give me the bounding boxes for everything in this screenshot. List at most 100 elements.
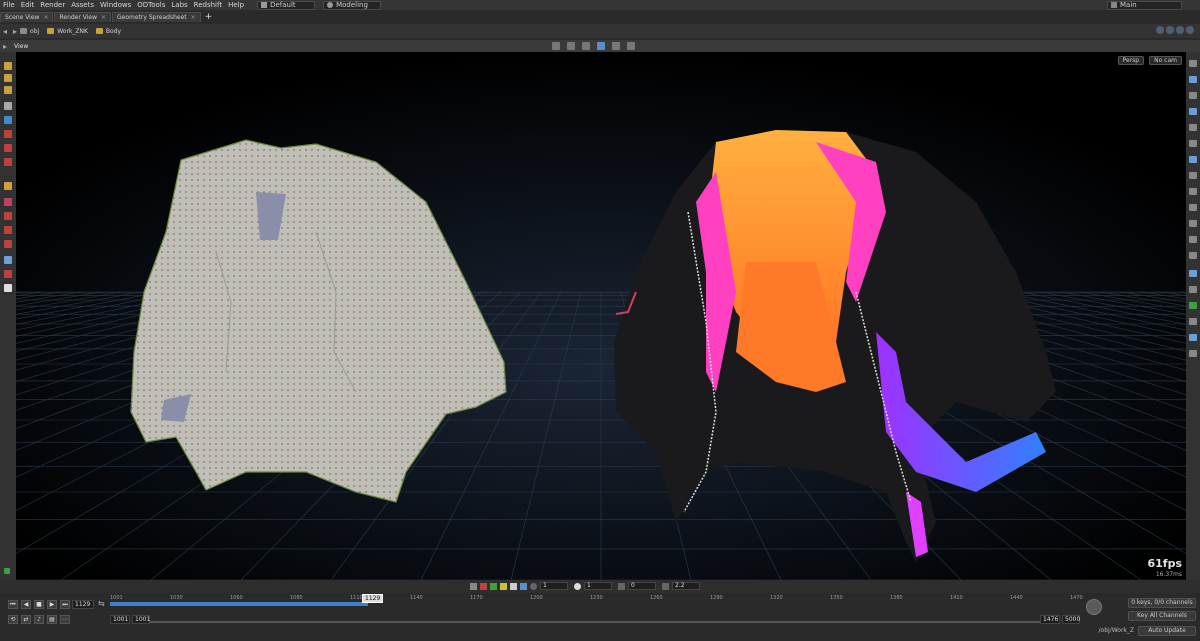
3d-viewport[interactable]: Persp No cam 61fps 16.37ms [16, 52, 1186, 580]
vis-icon[interactable] [1189, 334, 1197, 341]
key-all-channels-button[interactable]: Key All Channels [1128, 611, 1196, 621]
rotate-tool-icon[interactable] [4, 86, 12, 94]
snap-yellow-icon[interactable] [500, 582, 507, 590]
frame-cursor[interactable]: 1129 [362, 594, 384, 603]
pointer-icon[interactable] [4, 102, 12, 110]
current-frame-field[interactable]: 1129 [72, 600, 94, 609]
snap-half-icon[interactable] [574, 582, 581, 590]
snap-value-b[interactable]: 1 [584, 582, 612, 590]
play-button[interactable]: ▶ [47, 600, 57, 609]
vector-icon[interactable] [1189, 350, 1197, 357]
xray-icon[interactable] [1189, 156, 1197, 163]
close-icon[interactable]: × [191, 13, 196, 22]
main-select[interactable]: Main [1107, 0, 1182, 10]
desktop-select[interactable]: Default [257, 0, 316, 10]
jump-start-button[interactable]: ⏮ [8, 600, 18, 609]
key-button[interactable] [1086, 599, 1102, 615]
move-tool-icon[interactable] [4, 74, 12, 82]
camera-tool-icon[interactable] [552, 42, 560, 50]
close-icon[interactable]: × [43, 13, 48, 22]
safe-area-icon[interactable] [1189, 318, 1197, 325]
menu-help[interactable]: Help [225, 0, 247, 10]
snap-green-icon[interactable] [490, 582, 497, 590]
back-icon[interactable]: ◂ [3, 27, 7, 36]
realtime-toggle[interactable]: ⟲ [8, 615, 18, 624]
menu-render[interactable]: Render [37, 0, 68, 10]
snap-value-c[interactable]: 0 [628, 582, 656, 590]
snap-scale-icon[interactable] [662, 582, 669, 590]
magnet-icon[interactable] [4, 240, 12, 248]
snap-value-a[interactable]: 1 [540, 582, 568, 590]
pose-tool-icon[interactable] [4, 144, 12, 152]
ghost-icon[interactable] [1189, 140, 1197, 147]
close-icon[interactable]: × [101, 13, 106, 22]
jump-end-button[interactable]: ⏭ [60, 600, 70, 609]
numbers-icon[interactable] [1189, 252, 1197, 259]
snap-grid-icon[interactable] [470, 582, 477, 590]
camera-icon[interactable] [1189, 124, 1197, 131]
menu-odtools[interactable]: ODTools [134, 0, 168, 10]
link-icon[interactable] [1166, 26, 1174, 34]
handle-tool-icon[interactable] [4, 116, 12, 124]
end-frame-field[interactable]: 5000 [1062, 615, 1080, 624]
select-tool-icon[interactable] [4, 62, 12, 70]
tab-scene-view[interactable]: Scene View × [0, 12, 54, 22]
lock-icon[interactable] [612, 42, 620, 50]
settings-icon[interactable] [627, 42, 635, 50]
menu-file[interactable]: File [0, 0, 18, 10]
tab-render-view[interactable]: Render View × [54, 12, 112, 22]
paint-tool-icon[interactable] [4, 212, 12, 220]
snap-white-icon[interactable] [510, 582, 517, 590]
pan-icon[interactable] [582, 42, 590, 50]
forward-icon[interactable]: ▸ [13, 27, 17, 36]
auto-update-button[interactable]: Auto Update [1138, 626, 1196, 636]
tumble-icon[interactable] [567, 42, 575, 50]
menu-windows[interactable]: Windows [97, 0, 134, 10]
points-icon[interactable] [1189, 204, 1197, 211]
globe-icon[interactable] [1176, 26, 1184, 34]
add-tab-icon[interactable]: + [205, 13, 213, 22]
display-option-icon[interactable] [1189, 60, 1197, 67]
camera-menu-button[interactable]: No cam [1149, 56, 1182, 65]
magnet-tool-icon[interactable] [4, 158, 12, 166]
stop-button[interactable]: ■ [34, 600, 44, 609]
cache-toggle[interactable]: ▤ [47, 615, 57, 624]
normals-icon[interactable] [1189, 188, 1197, 195]
mode-select[interactable]: Modeling [323, 0, 382, 10]
vis-tool-icon[interactable] [4, 198, 12, 206]
persp-menu-button[interactable]: Persp [1117, 56, 1144, 65]
start-frame-field[interactable]: 1001 [110, 615, 130, 624]
sound-toggle[interactable]: ♪ [34, 615, 44, 624]
step-icon[interactable]: ⇆ [98, 599, 105, 608]
breadcrumb-work[interactable]: Work_ZNK [47, 28, 88, 35]
view-tool-icon[interactable] [4, 226, 12, 234]
light-tool-icon[interactable] [4, 270, 12, 278]
light-icon[interactable] [1189, 108, 1197, 115]
loop-toggle[interactable]: ⇄ [21, 615, 31, 624]
grid-display-icon[interactable] [1189, 286, 1197, 293]
range-start-field[interactable]: 1001 [132, 615, 150, 624]
range-slider[interactable] [150, 621, 1040, 623]
menu-edit[interactable]: Edit [18, 0, 38, 10]
prims-icon[interactable] [1189, 220, 1197, 227]
render-tool-icon[interactable] [4, 284, 12, 292]
menu-labs[interactable]: Labs [168, 0, 190, 10]
menu-redshift[interactable]: Redshift [191, 0, 225, 10]
play-back-button[interactable]: ◀ [21, 600, 31, 609]
range-end-field[interactable]: 1476 [1040, 615, 1060, 624]
snap-value-d[interactable]: 2.2 [672, 582, 700, 590]
keys-channels-button[interactable]: 0 keys, 0/0 channels [1128, 598, 1196, 608]
breadcrumb-obj[interactable]: obj [20, 28, 39, 35]
breadcrumb-body[interactable]: Body [95, 28, 121, 35]
bg-icon[interactable] [1189, 302, 1197, 309]
template-icon[interactable] [1189, 172, 1197, 179]
menu-assets[interactable]: Assets [68, 0, 97, 10]
options-toggle[interactable]: ⋯ [60, 615, 70, 624]
brush-tool-icon[interactable] [4, 130, 12, 138]
grid-icon[interactable] [597, 42, 605, 50]
persp-tool-icon[interactable] [4, 256, 12, 264]
snap-target-icon[interactable] [530, 582, 537, 590]
uv-icon[interactable] [1189, 270, 1197, 277]
pane-arrow-icon[interactable]: ▸ [3, 42, 7, 51]
snap-tool-icon[interactable] [4, 182, 12, 190]
